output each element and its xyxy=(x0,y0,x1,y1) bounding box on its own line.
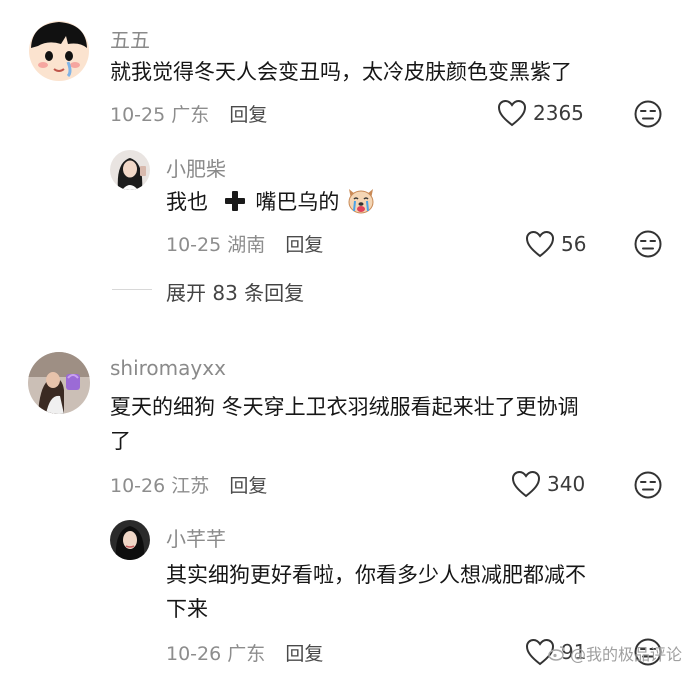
avatar[interactable] xyxy=(28,20,90,82)
heart-outline-icon xyxy=(525,230,555,258)
like-count: 2365 xyxy=(533,101,584,125)
comment-text-line: 了 xyxy=(110,429,131,453)
reply-button[interactable]: 回复 xyxy=(285,234,323,256)
heavy-plus-icon xyxy=(224,191,245,211)
comment-text: 夏天的细狗 冬天穿上卫衣羽绒服看起来壮了更协调 了 xyxy=(110,390,670,458)
avatar[interactable] xyxy=(28,352,90,414)
comment-location: 江苏 xyxy=(171,475,210,497)
avatar[interactable] xyxy=(110,520,150,560)
profile-photo-icon xyxy=(110,150,150,190)
reply-date: 10-26 xyxy=(166,643,222,665)
like-button[interactable]: 56 xyxy=(525,230,586,258)
heart-outline-icon xyxy=(511,470,541,498)
reply-button[interactable]: 回复 xyxy=(229,475,267,497)
profile-photo-icon xyxy=(110,520,150,560)
comment-date: 10-25 xyxy=(110,104,166,126)
like-button[interactable]: 2365 xyxy=(497,99,584,127)
reply-location: 湖南 xyxy=(227,234,266,256)
like-count: 56 xyxy=(561,232,587,256)
watermark-text: @我的极品评论 xyxy=(569,645,682,664)
reply-location: 广东 xyxy=(227,643,266,665)
reply-date: 10-25 xyxy=(166,234,222,256)
username[interactable]: 小芊芊 xyxy=(166,523,226,552)
comment-text: 就我觉得冬天人会变丑吗，太冷皮肤颜色变黑紫了 xyxy=(110,60,572,84)
watermark: @我的极品评论 xyxy=(548,641,682,665)
comment-location: 广东 xyxy=(171,104,210,126)
reply-text: 我也 嘴巴乌的 xyxy=(166,185,376,219)
reply-text-part: 我也 xyxy=(166,190,208,214)
username[interactable]: 五五 xyxy=(110,24,150,53)
expand-replies-button[interactable]: 展开 83 条回复 xyxy=(166,277,304,306)
unamused-face-icon[interactable] xyxy=(634,230,662,258)
username[interactable]: 小肥柴 xyxy=(166,153,226,182)
reply-meta: 10-25 湖南 回复 xyxy=(166,230,323,257)
reply-text-part: 嘴巴乌的 xyxy=(255,190,340,214)
comment-meta: 10-26 江苏 回复 xyxy=(110,471,267,498)
weibo-logo-icon xyxy=(548,646,565,661)
expand-divider xyxy=(112,289,152,290)
cartoon-face-icon xyxy=(29,21,89,81)
heart-outline-icon xyxy=(497,99,527,127)
like-button[interactable]: 340 xyxy=(511,470,585,498)
like-count: 340 xyxy=(547,472,586,496)
profile-photo-icon xyxy=(28,352,90,414)
reply-button[interactable]: 回复 xyxy=(285,643,323,665)
reply-text: 其实细狗更好看啦，你看多少人想减肥都减不 下来 xyxy=(166,558,666,626)
unamused-face-icon[interactable] xyxy=(634,100,662,128)
comment-text-line: 夏天的细狗 冬天穿上卫衣羽绒服看起来壮了更协调 xyxy=(110,395,579,419)
avatar[interactable] xyxy=(110,150,150,190)
reply-text-line: 其实细狗更好看啦，你看多少人想减肥都减不 xyxy=(166,563,586,587)
reply-button[interactable]: 回复 xyxy=(229,104,267,126)
reply-meta: 10-26 广东 回复 xyxy=(166,639,323,666)
username[interactable]: shiromayxx xyxy=(110,356,226,380)
comment-meta: 10-25 广东 回复 xyxy=(110,100,267,127)
crying-dog-emoji-icon xyxy=(348,189,374,214)
comment-date: 10-26 xyxy=(110,475,166,497)
unamused-face-icon[interactable] xyxy=(634,471,662,499)
reply-text-line: 下来 xyxy=(166,597,208,621)
